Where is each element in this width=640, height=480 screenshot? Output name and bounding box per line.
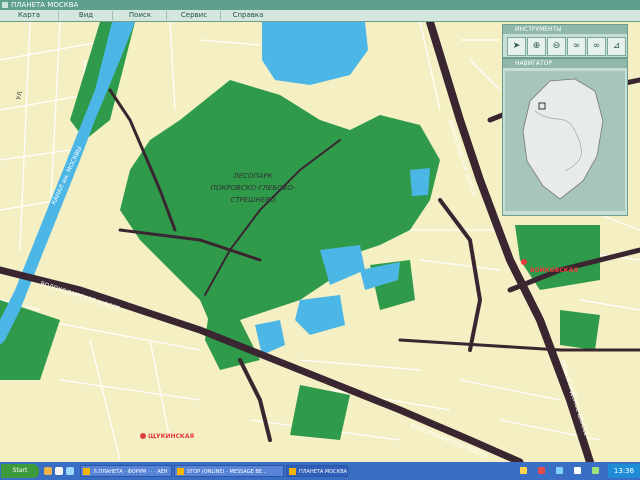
tray-icon-1[interactable] bbox=[520, 467, 527, 474]
zoom-out-icon[interactable]: ⊖ bbox=[547, 37, 566, 56]
navigator-panel: НАВИГАТОР bbox=[502, 58, 628, 216]
task-label: Л.ПЛАНЕТА · ФОРУМ · · · АЕН bbox=[93, 469, 168, 475]
park-label-line2: ПОКРОВСКО-ГЛЕБОВО- bbox=[211, 184, 296, 192]
tray-icon-5[interactable] bbox=[592, 467, 599, 474]
taskbar-item-forum[interactable]: Л.ПЛАНЕТА · ФОРУМ · · · АЕН bbox=[80, 465, 172, 477]
metro-icon bbox=[521, 259, 527, 265]
taskbar-item-message[interactable]: STOP (ONLINE) - MESSAGE BE... bbox=[174, 465, 284, 477]
navigator-panel-title: НАВИГАТОР bbox=[503, 59, 627, 68]
quicklaunch-desktop-icon[interactable] bbox=[66, 467, 74, 475]
arrow-pointer-icon[interactable]: ➤ bbox=[507, 37, 526, 56]
ruler-icon[interactable]: ⊿ bbox=[607, 37, 626, 56]
park-label-line3: СТРЕШНЕВО bbox=[230, 196, 276, 204]
menu-bar: Карта Вид Поиск Сервис Справка bbox=[0, 10, 640, 22]
menu-item-view[interactable]: Вид bbox=[58, 11, 113, 20]
zoom-in-icon[interactable]: ⊕ bbox=[527, 37, 546, 56]
menu-item-map[interactable]: Карта bbox=[0, 11, 58, 20]
tools-panel-title: ИНСТРУМЕНТЫ bbox=[503, 25, 627, 34]
binoculars-alt-icon[interactable]: ∞ bbox=[587, 37, 606, 56]
window-title: ПЛАНЕТА МОСКВА bbox=[11, 1, 79, 9]
metro-shchukinskaya[interactable]: ЩУКИНСКАЯ bbox=[140, 433, 194, 440]
menu-item-service[interactable]: Сервис bbox=[166, 11, 221, 20]
binoculars-icon[interactable]: ∞ bbox=[567, 37, 586, 56]
task-icon bbox=[289, 468, 296, 475]
start-button[interactable]: Start bbox=[1, 464, 39, 478]
task-icon bbox=[83, 468, 90, 475]
tray-icon-4[interactable] bbox=[574, 467, 581, 474]
taskbar-item-planeta[interactable]: ПЛАНЕТА МОСКВА bbox=[286, 465, 348, 477]
task-label: STOP (ONLINE) - MESSAGE BE... bbox=[187, 469, 267, 475]
window-title-bar: ПЛАНЕТА МОСКВА bbox=[0, 0, 640, 10]
navigator-overview-map[interactable] bbox=[505, 71, 625, 211]
tray-icon-2[interactable] bbox=[538, 467, 545, 474]
clock: 13:36 bbox=[608, 464, 640, 478]
task-icon bbox=[177, 468, 184, 475]
task-label: ПЛАНЕТА МОСКВА bbox=[299, 469, 348, 475]
tools-panel: ИНСТРУМЕНТЫ ➤ ⊕ ⊖ ∞ ∞ ⊿ bbox=[502, 24, 628, 58]
park-south-east bbox=[560, 310, 600, 350]
quicklaunch-folder-icon[interactable] bbox=[44, 467, 52, 475]
park-label-line1: ЛЕСОПАРК bbox=[232, 172, 273, 180]
taskbar: Start Л.ПЛАНЕТА · ФОРУМ · · · АЕН STOP (… bbox=[0, 462, 640, 480]
pond-east bbox=[410, 168, 430, 196]
tray-icon-3[interactable] bbox=[556, 467, 563, 474]
metro-label: ВОЙКОВСКАЯ bbox=[530, 266, 578, 274]
app-icon bbox=[2, 2, 8, 8]
quicklaunch-browser-icon[interactable] bbox=[55, 467, 63, 475]
menu-item-search[interactable]: Поиск bbox=[112, 11, 167, 20]
metro-label: ЩУКИНСКАЯ bbox=[148, 433, 194, 440]
park-south-center bbox=[290, 385, 350, 440]
metro-icon bbox=[140, 433, 146, 439]
menu-item-help[interactable]: Справка bbox=[220, 11, 275, 20]
